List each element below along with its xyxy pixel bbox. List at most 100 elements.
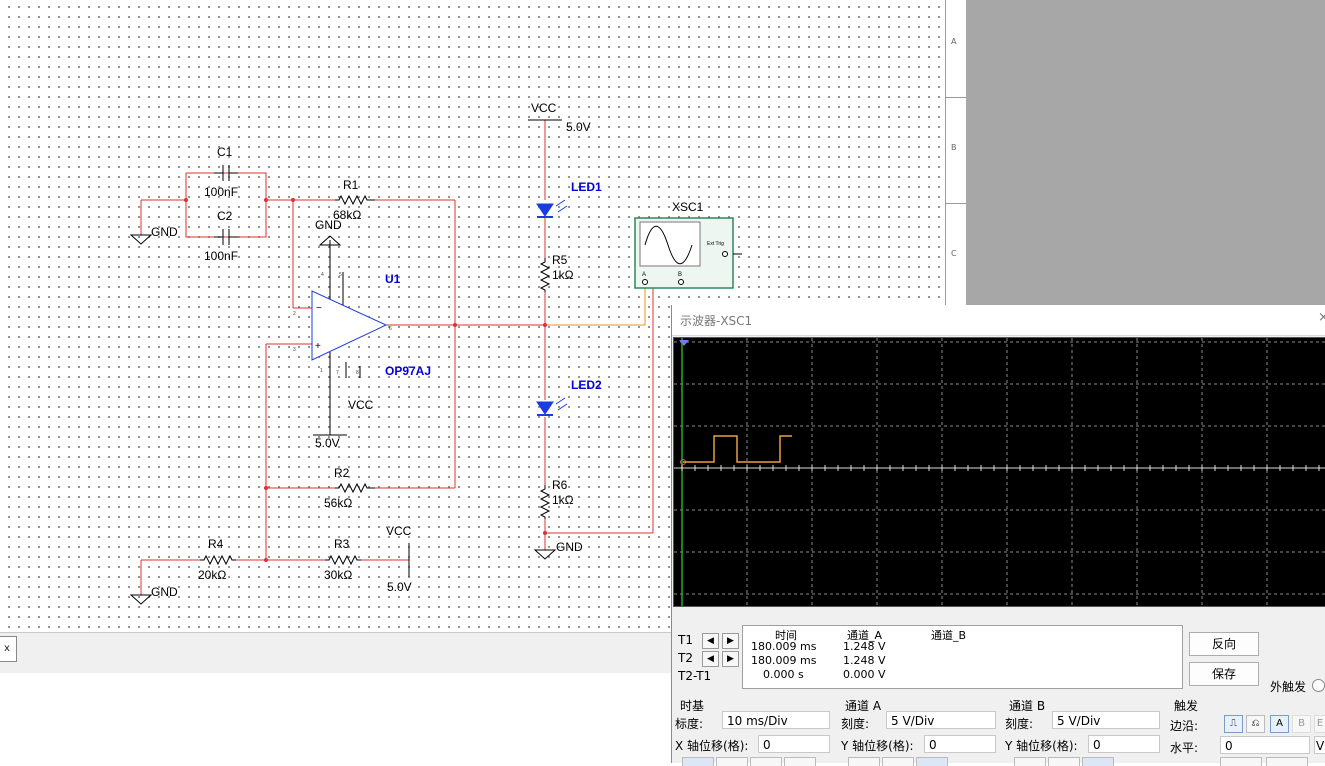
resistor-r4[interactable]: R4 20kΩ xyxy=(198,537,236,582)
resistor-r3[interactable]: R3 30kΩ xyxy=(324,537,361,582)
scope-screen[interactable] xyxy=(673,337,1325,607)
timebase-mode-button[interactable] xyxy=(784,757,816,766)
x-position-field[interactable]: 0 xyxy=(758,735,830,753)
channel-b-scale-field[interactable]: 5 V/Div xyxy=(1052,711,1160,729)
u1-ref: U1 xyxy=(385,272,401,286)
close-icon[interactable]: × xyxy=(1318,310,1325,325)
channel-a-scale-field[interactable]: 5 V/Div xyxy=(886,711,996,729)
gnd-symbol[interactable]: GND xyxy=(129,585,178,605)
channel-a-coupling-button[interactable] xyxy=(882,757,914,766)
trigger-edge-label: 边沿: xyxy=(1170,719,1199,733)
resistor-r5[interactable]: R5 1kΩ xyxy=(539,253,574,292)
gnd-symbol-opamp[interactable]: GND xyxy=(315,218,342,246)
t1-right-arrow-icon[interactable]: ▶ xyxy=(722,633,739,649)
channel-b-section-title: 通道 B xyxy=(1009,699,1046,713)
channel-a-coupling-button[interactable] xyxy=(848,757,880,766)
gnd-label: GND xyxy=(315,218,342,232)
vcc-symbol-led[interactable]: VCC 5.0V xyxy=(528,101,591,134)
vcc-symbol-bias[interactable]: VCC 5.0V xyxy=(386,524,412,594)
timebase-mode-button[interactable] xyxy=(750,757,782,766)
oscilloscope-titlebar[interactable]: 示波器-XSC1 × xyxy=(672,305,1325,336)
pin-4: 4 xyxy=(321,272,324,278)
led-led1[interactable]: LED1 xyxy=(536,180,602,218)
xsc1-b-label: B xyxy=(678,272,682,278)
channel-b-coupling-button[interactable] xyxy=(1014,757,1046,766)
cursor-readout-table: 时间 通道_A 通道_B 180.009 ms 1.248 V 180.009 … xyxy=(742,625,1183,689)
pin-6: 6 xyxy=(389,326,392,332)
channel-b-coupling-button[interactable] xyxy=(1048,757,1080,766)
r4-ref: R4 xyxy=(208,537,224,551)
trigger-section-title: 触发 xyxy=(1174,699,1199,713)
channel-b-ypos-field[interactable]: 0 xyxy=(1088,735,1160,753)
gnd-label: GND xyxy=(151,225,178,239)
timebase-scale-field[interactable]: 10 ms/Div xyxy=(722,711,830,729)
r6-ref: R6 xyxy=(552,478,568,492)
vcc-voltage: 5.0V xyxy=(566,120,591,134)
vcc-symbol-opamp[interactable]: VCC 5.0V xyxy=(313,398,374,450)
oscilloscope-title: 示波器-XSC1 xyxy=(680,314,753,328)
timebase-mode-button[interactable] xyxy=(716,757,748,766)
t1-time: 180.009 ms xyxy=(751,640,817,653)
sheet-border: A B C xyxy=(945,0,967,305)
pin-1: 1 xyxy=(320,368,323,374)
junction-dots xyxy=(184,198,547,562)
border-letter-a: A xyxy=(951,37,957,46)
cursor-handle-icon[interactable] xyxy=(679,340,689,346)
reverse-button[interactable]: 反向 xyxy=(1189,632,1259,656)
t1-left-arrow-icon[interactable]: ◀ xyxy=(702,633,719,649)
channel-a-ypos-field[interactable]: 0 xyxy=(924,735,996,753)
pin-7: 7 xyxy=(336,370,339,376)
pin-3: 3 xyxy=(293,347,296,353)
channel-b-scale-label: 刻度: xyxy=(1005,717,1034,731)
trigger-mode-button[interactable] xyxy=(1220,757,1262,766)
r2-value: 56kΩ xyxy=(324,496,352,510)
gnd-label: GND xyxy=(556,540,583,554)
ext-trigger-radio[interactable] xyxy=(1312,679,1325,692)
r2-ref: R2 xyxy=(334,466,350,480)
border-letter-c: C xyxy=(951,249,957,258)
t1-channel-a: 1.248 V xyxy=(843,640,886,653)
trigger-source-a-button[interactable]: A xyxy=(1270,715,1289,733)
save-button[interactable]: 保存 xyxy=(1189,662,1259,686)
oscilloscope-window[interactable]: 示波器-XSC1 × T1 ◀ ▶ T2 ◀ ▶ T2-T1 时间 通道_A 通… xyxy=(671,305,1325,766)
channel-b-coupling-button[interactable] xyxy=(1082,757,1114,766)
tab-close-button[interactable]: x xyxy=(0,636,17,662)
channel-b-ypos-label: Y 轴位移(格): xyxy=(1005,739,1078,753)
c2-ref: C2 xyxy=(217,209,233,223)
x-position-label: X 轴位移(格): xyxy=(675,739,749,753)
resistor-r1[interactable]: R1 68kΩ xyxy=(333,178,375,222)
timebase-section-title: 时基 xyxy=(680,699,705,713)
trigger-level-label: 水平: xyxy=(1170,741,1199,755)
channel-a-coupling-button[interactable] xyxy=(916,757,948,766)
gnd-symbol[interactable]: GND xyxy=(533,540,583,560)
r5-ref: R5 xyxy=(552,253,568,267)
capacitor-c2[interactable]: C2 100nF xyxy=(204,209,238,263)
falling-edge-icon[interactable]: ⎌ xyxy=(1246,715,1265,733)
resistor-r6[interactable]: R6 1kΩ xyxy=(539,478,574,519)
pin-5: 5 xyxy=(339,272,342,278)
border-divider xyxy=(946,203,966,204)
timebase-mode-button[interactable] xyxy=(682,757,714,766)
gnd-symbol[interactable]: GND xyxy=(129,225,178,245)
diff-channel-a: 0.000 V xyxy=(843,668,886,681)
border-letter-b: B xyxy=(951,143,957,152)
trigger-mode-button[interactable] xyxy=(1266,757,1308,766)
t1-label: T1 xyxy=(678,633,693,647)
pin-2: 2 xyxy=(293,311,296,317)
capacitor-c1[interactable]: C1 100nF xyxy=(204,145,238,199)
t2-right-arrow-icon[interactable]: ▶ xyxy=(722,651,739,667)
rising-edge-icon[interactable]: ⎍ xyxy=(1224,715,1243,733)
ext-trigger-label: 外触发 xyxy=(1270,680,1307,694)
workspace-background xyxy=(966,0,1325,305)
trigger-source-ext-button[interactable]: E xyxy=(1314,715,1325,733)
t2-left-arrow-icon[interactable]: ◀ xyxy=(702,651,719,667)
oscilloscope-xsc1-symbol[interactable]: XSC1 A B Ext Trig xyxy=(634,200,742,289)
c1-ref: C1 xyxy=(217,145,233,159)
trigger-level-unit-field[interactable]: V xyxy=(1314,736,1325,754)
trigger-source-b-button[interactable]: B xyxy=(1292,715,1311,733)
xsc1-ext-trig-label: Ext Trig xyxy=(707,241,724,247)
led-led2[interactable]: LED2 xyxy=(536,378,602,416)
trigger-level-field[interactable]: 0 xyxy=(1220,736,1310,754)
r3-value: 30kΩ xyxy=(324,568,352,582)
channel-a-trace xyxy=(683,435,792,463)
